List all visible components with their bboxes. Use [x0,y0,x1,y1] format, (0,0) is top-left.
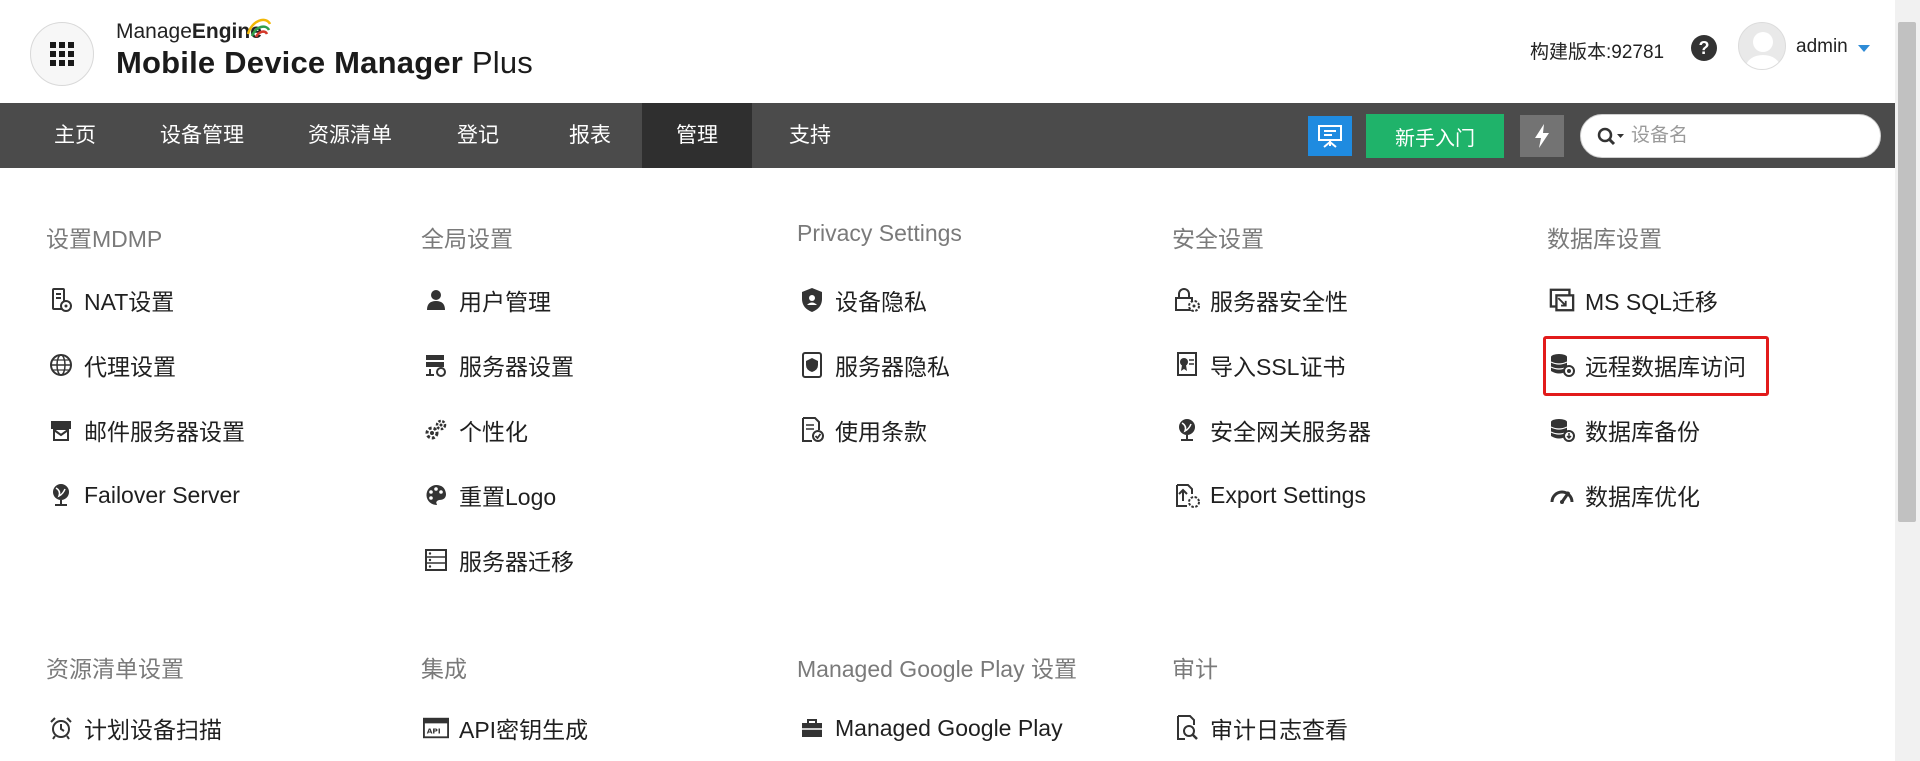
menu-item-server-settings[interactable]: 服务器设置 [421,345,574,385]
menu-item-secure-gateway-server[interactable]: 安全网关服务器 [1172,410,1371,450]
section-title: Privacy Settings [797,220,962,246]
briefcase-icon [799,715,825,741]
nav-item-device-management[interactable]: 设备管理 [140,103,264,168]
user-name[interactable]: admin [1796,36,1848,58]
gateway-globe-icon [1174,417,1200,443]
export-icon [1174,482,1200,508]
mail-server-icon [48,417,74,443]
avatar[interactable] [1738,22,1786,70]
gears-icon [423,417,449,443]
nav-item-home[interactable]: 主页 [30,103,120,168]
section-setup-mdmp: 设置MDMP NAT设置 代理设置 邮件服务器设置 Failover Serve… [46,220,376,520]
menu-item-scheduled-device-scan[interactable]: 计划设备扫描 [46,708,222,748]
presentation-board-icon [1318,125,1342,148]
certificate-icon [1174,352,1200,378]
menu-item-import-ssl-certificate[interactable]: 导入SSL证书 [1172,345,1345,385]
chevron-down-icon[interactable] [1858,45,1870,52]
menu-item-audit-log-viewer[interactable]: 审计日志查看 [1172,708,1348,748]
section-privacy-settings: Privacy Settings 设备隐私 服务器隐私 使用条款 [797,220,1127,460]
section-title: 审计 [1172,656,1218,682]
section-title: 数据库设置 [1547,226,1662,252]
section-title: Managed Google Play 设置 [797,656,1077,682]
nav-item-support[interactable]: 支持 [768,103,852,168]
speedometer-icon [1549,482,1575,508]
failover-globe-icon [48,482,74,508]
header-bar: ManageEngine Mobile Device Manager Plus … [0,0,1895,103]
search-icon [1597,127,1624,146]
section-title: 设置MDMP [46,226,163,252]
server-privacy-icon [799,352,825,378]
getting-started-button[interactable]: 新手入门 [1366,114,1504,158]
user-silhouette-icon [1746,32,1780,69]
menu-item-export-settings[interactable]: Export Settings [1172,475,1366,515]
nav-item-admin[interactable]: 管理 [642,103,752,168]
section-integrations: 集成 API API密钥生成 [421,650,751,750]
app-grid-button[interactable] [30,22,94,86]
nav-item-inventory[interactable]: 资源清单 [288,103,412,168]
scrollbar-thumb[interactable] [1898,22,1916,522]
menu-item-database-optimization[interactable]: 数据库优化 [1547,475,1700,515]
build-version: 构建版本:92781 [1530,42,1665,63]
lightning-icon [1535,124,1549,148]
menu-item-ms-sql-migration[interactable]: MS SQL迁移 [1547,280,1718,320]
section-audit: 审计 审计日志查看 [1172,650,1502,750]
menu-item-server-security[interactable]: 服务器安全性 [1172,280,1348,320]
menu-item-device-privacy[interactable]: 设备隐私 [797,280,927,320]
user-icon [423,287,449,313]
menu-item-failover-server[interactable]: Failover Server [46,475,240,515]
help-icon[interactable]: ? [1691,35,1717,61]
shield-icon [799,287,825,313]
menu-item-user-management[interactable]: 用户管理 [421,280,551,320]
search-input[interactable] [1631,122,1861,150]
menu-item-personalization[interactable]: 个性化 [421,410,528,450]
menu-item-terms-of-use[interactable]: 使用条款 [797,410,927,450]
server-migration-icon [423,547,449,573]
section-security-settings: 安全设置 服务器安全性 导入SSL证书 安全网关服务器 Export Setti… [1172,220,1502,520]
menu-item-proxy-settings[interactable]: 代理设置 [46,345,176,385]
section-title: 安全设置 [1172,226,1264,252]
globe-icon [48,352,74,378]
menu-item-server-migration[interactable]: 服务器迁移 [421,540,574,580]
highlight-box [1543,336,1769,396]
nav-item-reports[interactable]: 报表 [548,103,632,168]
nat-server-icon [48,287,74,313]
product-title: Mobile Device Manager Plus [116,45,533,80]
menu-item-database-backup[interactable]: 数据库备份 [1547,410,1700,450]
section-global-settings: 全局设置 用户管理 服务器设置 个性化 重置Logo 服务器迁移 [421,220,751,580]
grid-icon [50,42,74,66]
lock-gear-icon [1174,287,1200,313]
menu-item-nat-settings[interactable]: NAT设置 [46,280,174,320]
search-box[interactable] [1580,114,1881,158]
alarm-clock-icon [48,715,74,741]
nav-item-enrollment[interactable]: 登记 [436,103,520,168]
menu-item-reset-logo[interactable]: 重置Logo [421,475,556,515]
company-logo-swirl-icon [246,18,272,38]
section-title: 资源清单设置 [46,656,184,682]
sql-migration-icon [1549,287,1575,313]
api-icon: API [423,715,449,741]
menu-item-api-key-generation[interactable]: API API密钥生成 [421,708,588,748]
section-title: 集成 [421,656,467,682]
server-settings-icon [423,352,449,378]
section-title: 全局设置 [421,226,513,252]
menu-item-mail-server-settings[interactable]: 邮件服务器设置 [46,410,245,450]
quick-actions-button[interactable] [1520,115,1564,157]
palette-icon [423,482,449,508]
company-logo-text: ManageEngine [116,20,262,43]
database-backup-icon [1549,417,1575,443]
audit-search-icon [1174,715,1200,741]
section-inventory-settings: 资源清单设置 计划设备扫描 [46,650,376,750]
menu-item-managed-google-play[interactable]: Managed Google Play [797,708,1063,748]
presentation-button[interactable] [1308,116,1352,156]
section-managed-google-play-settings: Managed Google Play 设置 Managed Google Pl… [797,650,1127,750]
terms-icon [799,417,825,443]
menu-item-server-privacy[interactable]: 服务器隐私 [797,345,950,385]
svg-text:API: API [427,727,441,736]
